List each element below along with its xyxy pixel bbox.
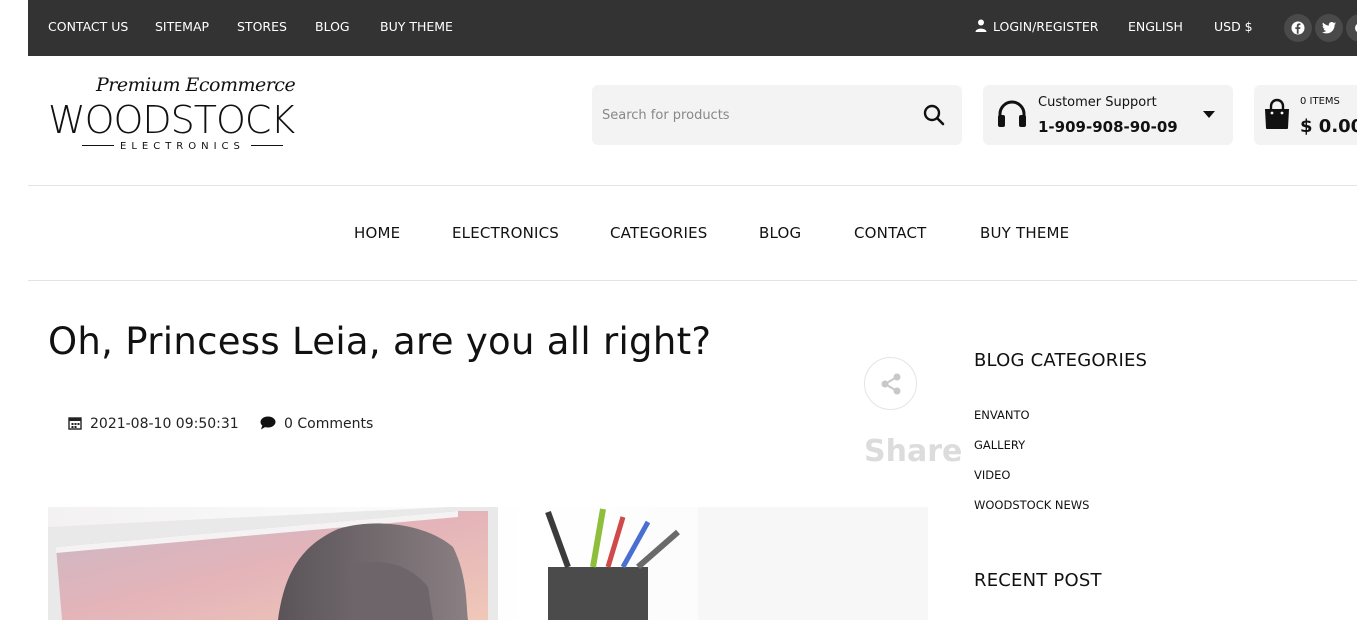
comment-icon: [260, 416, 276, 430]
logo-script-text: Premium Ecommerce: [96, 74, 296, 96]
logo-wordmark: WOODSTOCK: [48, 98, 295, 142]
search-box: [592, 85, 962, 145]
recent-post-title: RECENT POST: [974, 570, 1102, 591]
post-image-graphic: [48, 507, 928, 620]
category-link-video[interactable]: VIDEO: [974, 468, 1010, 482]
nav-item-home[interactable]: HOME: [354, 224, 400, 242]
login-register-label: LOGIN/REGISTER: [993, 19, 1099, 34]
language-selector[interactable]: ENGLISH: [1128, 19, 1183, 34]
post-title: Oh, Princess Leia, are you all right?: [48, 320, 712, 363]
cart-widget[interactable]: 0 ITEMS $ 0.00: [1254, 85, 1357, 145]
post-comments-text: 0 Comments: [284, 416, 374, 432]
category-link-woodstock-news[interactable]: WOODSTOCK NEWS: [974, 498, 1089, 512]
post-date: 2021-08-10 09:50:31: [68, 416, 239, 432]
site-logo[interactable]: Premium Ecommerce WOODSTOCK ELECTRONICS: [48, 70, 298, 160]
nav-item-contact[interactable]: CONTACT: [854, 224, 927, 242]
chevron-down-icon[interactable]: [1203, 111, 1215, 118]
search-input[interactable]: [602, 102, 902, 128]
divider: [28, 280, 1357, 281]
post-comments[interactable]: 0 Comments: [260, 416, 373, 432]
post-date-text: 2021-08-10 09:50:31: [90, 416, 239, 432]
cart-item-count: 0 ITEMS: [1300, 96, 1340, 107]
calendar-icon: [68, 417, 82, 430]
search-icon[interactable]: [923, 104, 945, 126]
post-featured-image: [48, 507, 928, 620]
customer-support-widget[interactable]: Customer Support 1-909-908-90-09: [983, 85, 1233, 145]
topbar-link-buy-theme[interactable]: BUY THEME: [380, 19, 453, 34]
top-bar: CONTACT US SITEMAP STORES BLOG BUY THEME…: [28, 0, 1357, 56]
facebook-icon[interactable]: [1284, 14, 1312, 42]
share-icon: [881, 373, 900, 394]
nav-item-blog[interactable]: BLOG: [759, 224, 801, 242]
cart-total: $ 0.00: [1300, 116, 1357, 137]
nav-item-buy-theme[interactable]: BUY THEME: [980, 224, 1069, 242]
logo-subtitle: ELECTRONICS: [76, 141, 289, 152]
blog-categories-title: BLOG CATEGORIES: [974, 350, 1148, 371]
login-register-link[interactable]: LOGIN/REGISTER: [975, 19, 1098, 34]
bag-icon: [1265, 98, 1289, 129]
share-label: Share: [864, 434, 963, 469]
topbar-link-sitemap[interactable]: SITEMAP: [155, 19, 209, 34]
category-link-envanto[interactable]: ENVANTO: [974, 408, 1030, 422]
user-icon: [975, 19, 987, 32]
support-label: Customer Support: [1038, 95, 1157, 110]
topbar-link-blog[interactable]: BLOG: [315, 19, 350, 34]
support-phone: 1-909-908-90-09: [1038, 118, 1178, 136]
category-link-gallery[interactable]: GALLERY: [974, 438, 1025, 452]
share-button[interactable]: [864, 357, 917, 410]
social-icon[interactable]: [1346, 14, 1357, 42]
nav-item-electronics[interactable]: ELECTRONICS: [452, 224, 559, 242]
divider: [28, 185, 1357, 186]
headset-icon: [998, 100, 1026, 127]
topbar-link-stores[interactable]: STORES: [237, 19, 287, 34]
nav-item-categories[interactable]: CATEGORIES: [610, 224, 708, 242]
topbar-link-contact-us[interactable]: CONTACT US: [48, 19, 128, 34]
twitter-icon[interactable]: [1315, 14, 1343, 42]
currency-selector[interactable]: USD $: [1214, 19, 1253, 34]
